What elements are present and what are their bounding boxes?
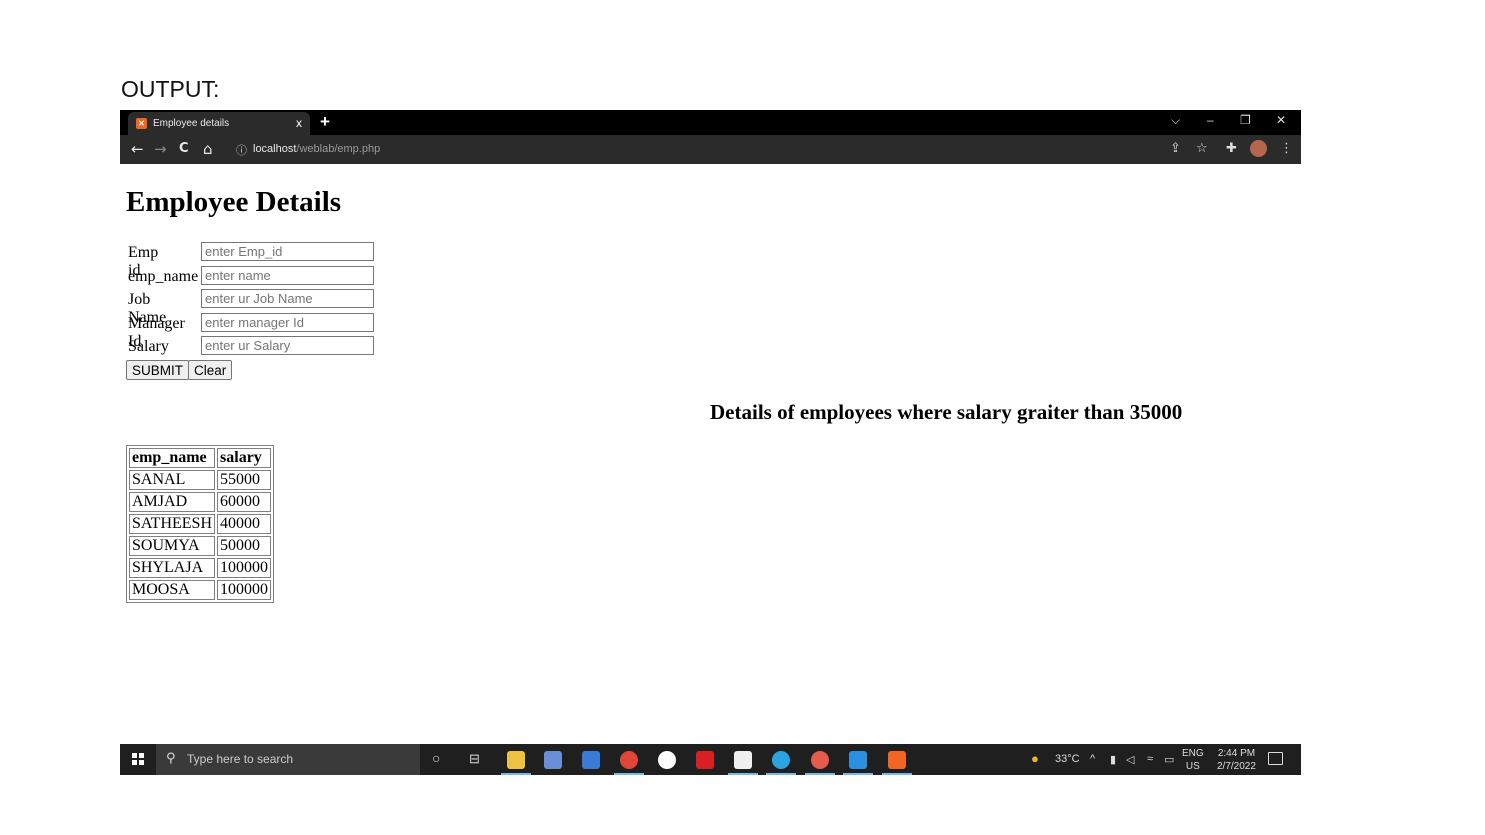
job-name-input[interactable]	[201, 289, 374, 308]
table-row: SHYLAJA 100000	[129, 558, 272, 578]
forward-icon[interactable]: →	[154, 140, 167, 158]
lang-bottom: US	[1185, 761, 1200, 772]
web-page: Employee Details Emp id emp_name Job Nam…	[120, 164, 1301, 744]
xampp-favicon-icon: ✕	[136, 118, 147, 129]
table-row: SANAL 55000	[129, 470, 272, 490]
lang-top: ENG	[1182, 748, 1204, 759]
cell-salary: 50000	[217, 536, 272, 556]
salary-label: Salary	[128, 338, 169, 355]
restore-button[interactable]: ❐	[1240, 113, 1251, 127]
cell-salary: 100000	[217, 558, 272, 578]
tab-title: Employee details	[153, 118, 230, 129]
search-icon: ⚲	[166, 751, 176, 766]
volume-icon[interactable]: ◁	[1126, 753, 1134, 766]
tray-chevron-icon[interactable]: ^	[1090, 753, 1095, 765]
tab-close-icon[interactable]: x	[296, 116, 302, 130]
menu-icon[interactable]: ⋮	[1280, 141, 1293, 156]
emp-id-input[interactable]	[201, 242, 374, 261]
column-header-salary: salary	[217, 448, 272, 468]
weather-icon[interactable]: ●	[1031, 751, 1039, 766]
cell-emp-name: SATHEESH	[129, 514, 216, 534]
notepad-icon[interactable]	[728, 751, 758, 775]
itunes-icon[interactable]	[658, 751, 676, 769]
url-path: /weblab/emp.php	[296, 143, 381, 155]
microphone-icon[interactable]: ▮	[1110, 753, 1116, 766]
taskbar-search-placeholder: Type here to search	[187, 752, 294, 766]
battery-icon[interactable]: ▭	[1164, 753, 1174, 766]
xampp-icon[interactable]	[882, 751, 912, 775]
bookmark-star-icon[interactable]: ☆	[1196, 141, 1208, 156]
telegram-icon[interactable]	[766, 751, 796, 775]
submit-button[interactable]: SUBMIT	[126, 360, 190, 380]
cell-salary: 40000	[217, 514, 272, 534]
netflix-icon[interactable]	[696, 751, 714, 769]
cell-salary: 100000	[217, 580, 272, 600]
cortana-icon[interactable]: ○	[432, 750, 440, 766]
employee-table: emp_name salary SANAL 55000 AMJAD 60000 …	[126, 445, 275, 603]
language-indicator[interactable]: ENG US	[1182, 747, 1204, 773]
windows-logo-icon	[132, 753, 144, 765]
file-explorer-icon[interactable]	[501, 751, 531, 775]
address-bar[interactable]: ⓘ localhost/weblab/emp.php	[230, 139, 1260, 161]
media-player-icon[interactable]	[582, 751, 600, 769]
manager-id-input[interactable]	[201, 312, 374, 332]
minimize-button[interactable]: –	[1207, 113, 1214, 127]
extensions-icon[interactable]: ✚	[1226, 141, 1237, 156]
system-clock[interactable]: 2:44 PM 2/7/2022	[1217, 747, 1256, 773]
clock-time: 2:44 PM	[1217, 748, 1256, 759]
tab-search-icon[interactable]: ⌵	[1171, 113, 1180, 128]
vscode-icon[interactable]	[843, 751, 873, 775]
table-row: SATHEESH 40000	[129, 514, 272, 534]
tab-bar: ✕ Employee details x + ⌵ – ❐ ✕	[120, 110, 1301, 135]
column-header-emp-name: emp_name	[129, 448, 216, 468]
notification-icon[interactable]	[1268, 752, 1283, 765]
share-icon[interactable]: ⇪	[1170, 141, 1181, 156]
reload-icon[interactable]: C	[179, 141, 189, 156]
task-view-icon[interactable]: ⊟	[469, 751, 480, 767]
wifi-icon[interactable]: ≈	[1147, 753, 1153, 765]
clear-button[interactable]: Clear	[188, 360, 233, 380]
table-row: SOUMYA 50000	[129, 536, 272, 556]
close-window-button[interactable]: ✕	[1276, 113, 1286, 127]
cell-emp-name: AMJAD	[129, 492, 216, 512]
start-button[interactable]	[120, 744, 156, 775]
cell-emp-name: MOOSA	[129, 580, 216, 600]
new-tab-button[interactable]: +	[320, 112, 330, 132]
browser-toolbar: ← → C ⌂ ⓘ localhost/weblab/emp.php ⇪ ☆ ✚…	[120, 135, 1301, 164]
emp-name-input[interactable]	[201, 265, 374, 285]
weather-temp[interactable]: 33°C	[1055, 753, 1080, 765]
back-icon[interactable]: ←	[131, 140, 144, 158]
emp-name-label: emp_name	[128, 267, 199, 285]
salary-filter-heading: Details of employees where salary graite…	[710, 400, 1183, 424]
page-title: Employee Details	[126, 186, 342, 218]
table-row: AMJAD 60000	[129, 492, 272, 512]
windows-taskbar: ⚲ Type here to search ○ ⊟ ● 33°C ^ ▮ ◁ ≈…	[120, 744, 1301, 775]
table-header-row: emp_name salary	[129, 448, 272, 468]
url-host: localhost	[253, 143, 297, 155]
tab-employee-details[interactable]: ✕ Employee details x	[128, 112, 310, 135]
cell-salary: 60000	[217, 492, 272, 512]
profile-avatar[interactable]	[1250, 140, 1267, 157]
chrome-icon[interactable]	[614, 751, 644, 775]
salary-input[interactable]	[201, 336, 374, 355]
output-caption: OUTPUT:	[121, 76, 220, 102]
chrome-profile-icon[interactable]	[805, 751, 835, 775]
taskbar-search-box[interactable]: ⚲ Type here to search	[156, 744, 420, 775]
cell-emp-name: SHYLAJA	[129, 558, 216, 578]
table-row: MOOSA 100000	[129, 580, 272, 600]
cell-salary: 55000	[217, 470, 272, 490]
home-icon[interactable]: ⌂	[203, 140, 213, 158]
cell-emp-name: SANAL	[129, 470, 216, 490]
cell-emp-name: SOUMYA	[129, 536, 216, 556]
clock-date: 2/7/2022	[1217, 761, 1256, 772]
info-icon[interactable]: ⓘ	[236, 142, 247, 158]
camera-app-icon[interactable]	[544, 751, 562, 769]
browser-window: ✕ Employee details x + ⌵ – ❐ ✕ ← → C ⌂ ⓘ…	[120, 110, 1301, 775]
